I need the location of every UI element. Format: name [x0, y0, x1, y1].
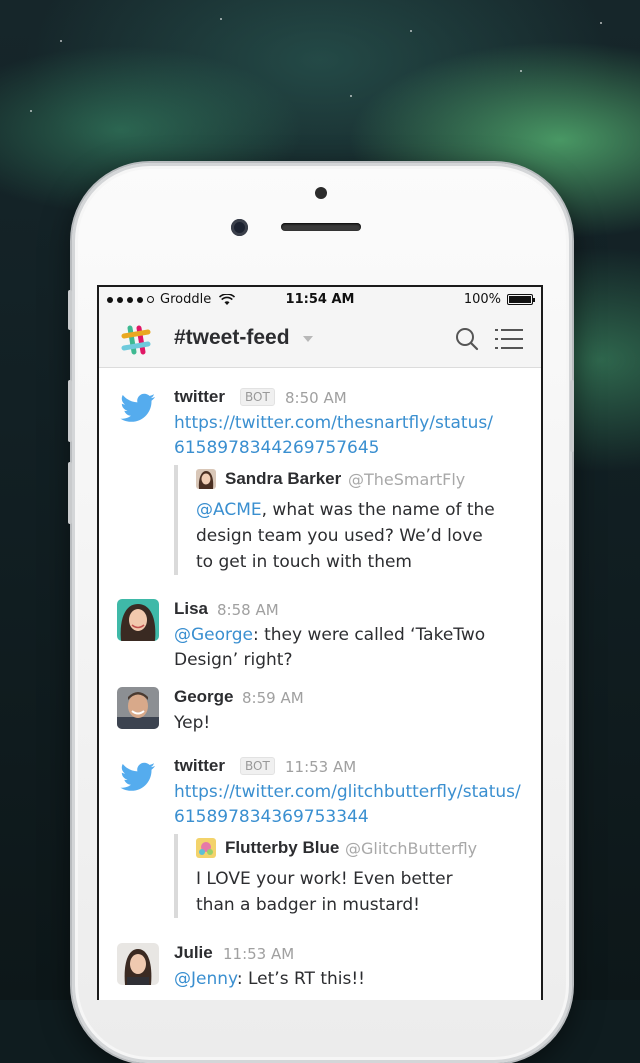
- author-name[interactable]: Lisa: [174, 599, 208, 619]
- star: [30, 110, 32, 112]
- message-item: twitter BOT 11:53 AM https://twitter.com…: [99, 752, 541, 927]
- message-body: : Let’s RT this!!: [236, 969, 365, 989]
- message-item: twitter BOT 8:50 AM https://twitter.com/…: [99, 383, 541, 583]
- volume-up-button: [68, 380, 72, 442]
- author-name[interactable]: twitter: [174, 756, 225, 776]
- quote-author[interactable]: Sandra Barker: [225, 469, 341, 489]
- twitter-bird-icon[interactable]: [117, 387, 159, 429]
- avatar: [196, 838, 216, 858]
- timestamp: 8:58 AM: [217, 601, 279, 619]
- battery-icon: [507, 294, 535, 305]
- earpiece-speaker: [281, 223, 361, 231]
- bot-badge: BOT: [240, 757, 275, 775]
- star: [520, 70, 522, 72]
- twitter-bird-icon[interactable]: [117, 756, 159, 798]
- search-icon[interactable]: [455, 327, 479, 351]
- star: [60, 40, 62, 42]
- star: [350, 95, 352, 97]
- message-item: Lisa 8:58 AM @George: they were called ‘…: [99, 599, 541, 674]
- proximity-sensor: [315, 187, 327, 199]
- status-bar: Groddle 11:54 AM 100%: [99, 287, 541, 313]
- power-button: [570, 380, 574, 452]
- mention-link[interactable]: @ACME: [196, 500, 262, 520]
- chevron-down-icon[interactable]: [303, 336, 313, 343]
- author-name[interactable]: Julie: [174, 943, 213, 963]
- bot-badge: BOT: [240, 388, 275, 406]
- quote-handle[interactable]: @GlitchButterfly: [345, 839, 477, 858]
- link-text[interactable]: https://twitter.com/glitchbutterfly/stat…: [174, 782, 521, 802]
- avatar: [196, 469, 216, 489]
- quote-text: @ACME, what was the name of the design t…: [196, 497, 496, 575]
- mute-switch: [68, 290, 72, 330]
- link-text[interactable]: https://twitter.com/thesnartfly/status/: [174, 413, 493, 433]
- channel-header: #tweet-feed: [99, 313, 541, 368]
- quote-handle[interactable]: @TheSmartFly: [348, 470, 465, 489]
- menu-list-icon[interactable]: [495, 329, 523, 349]
- link-text[interactable]: 615897834369753344: [174, 807, 369, 827]
- tweet-link[interactable]: https://twitter.com/thesnartfly/status/ …: [174, 411, 524, 461]
- battery-percent: 100%: [463, 292, 501, 307]
- quote-text: I LOVE your work! Even better than a bad…: [196, 869, 453, 915]
- timestamp: 8:50 AM: [285, 389, 347, 407]
- timestamp: 8:59 AM: [242, 689, 304, 707]
- message-text: Yep!: [174, 713, 211, 733]
- quoted-tweet: Flutterby Blue @GlitchButterfly I LOVE y…: [174, 834, 528, 918]
- quoted-tweet: Sandra Barker @TheSmartFly @ACME, what w…: [174, 465, 528, 575]
- channel-title[interactable]: #tweet-feed: [174, 326, 290, 350]
- timestamp: 11:53 AM: [223, 945, 295, 963]
- battery-status: 100%: [463, 292, 535, 307]
- avatar[interactable]: [117, 943, 159, 985]
- author-name[interactable]: twitter: [174, 387, 225, 407]
- volume-down-button: [68, 462, 72, 524]
- message-item: Julie 11:53 AM @Jenny: Let’s RT this!!: [99, 943, 541, 1000]
- author-name[interactable]: George: [174, 687, 234, 707]
- link-text[interactable]: 615897834426975764​5: [174, 438, 380, 458]
- star: [600, 22, 602, 24]
- slack-logo-icon[interactable]: [119, 323, 153, 357]
- timestamp: 11:53 AM: [285, 758, 357, 776]
- mention-link[interactable]: @Jenny: [174, 969, 237, 989]
- avatar[interactable]: [117, 687, 159, 729]
- message-item: George 8:59 AM Yep!: [99, 687, 541, 737]
- tweet-link[interactable]: https://twitter.com/glitchbutterfly/stat…: [174, 780, 524, 830]
- star: [220, 18, 222, 20]
- message-text: @Jenny: Let’s RT this!!: [174, 967, 524, 992]
- mention-link[interactable]: @George: [174, 625, 253, 645]
- message-text: @George: they were called ‘TakeTwo Desig…: [174, 623, 524, 673]
- star: [410, 30, 412, 32]
- avatar[interactable]: [117, 599, 159, 641]
- quote-author[interactable]: Flutterby Blue: [225, 838, 339, 858]
- phone-screen: Groddle 11:54 AM 100% #tweet-feed twitte…: [97, 285, 543, 1000]
- front-camera: [231, 219, 248, 236]
